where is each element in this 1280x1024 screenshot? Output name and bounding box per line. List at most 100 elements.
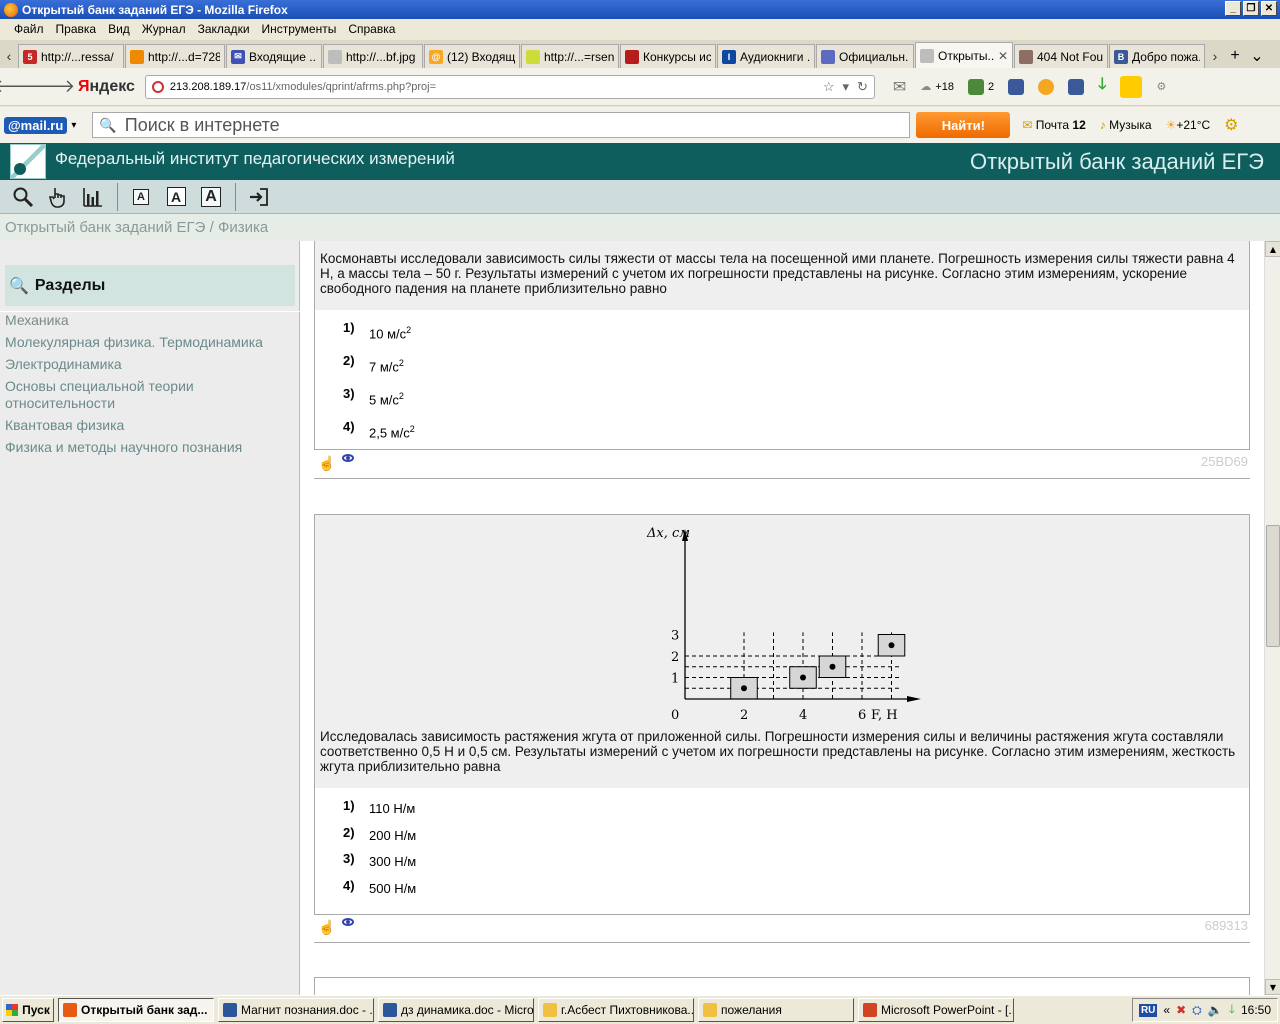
font-medium-button[interactable]: A [161, 183, 191, 211]
mailru-logo[interactable]: @mail.ru [4, 116, 68, 134]
mailru-agent-icon[interactable] [1038, 78, 1055, 95]
taskbar-item-3[interactable]: г.Асбест Пихтовникова... [538, 998, 694, 1022]
reload-icon[interactable]: ↻ [857, 79, 868, 95]
taskbar-item-4[interactable]: пожелания [698, 998, 854, 1022]
menu-tools[interactable]: Инструменты [256, 22, 343, 36]
scroll-thumb[interactable] [1266, 525, 1280, 647]
menu-view[interactable]: Вид [102, 22, 136, 36]
url-bar[interactable]: 213.208.189.17 /os11/xmodules/qprint/afr… [144, 74, 875, 99]
scroll-down-icon[interactable]: ▼ [1265, 979, 1280, 995]
taskbar-item-label: г.Асбест Пихтовникова... [561, 1003, 694, 1017]
eye-icon[interactable] [342, 454, 354, 462]
x-tick-label: 4 [799, 708, 807, 723]
notifications-widget[interactable]: 2 [968, 78, 994, 95]
taskbar-item-0[interactable]: Открытый банк зад... [58, 998, 214, 1022]
answer-option[interactable]: 3) 5 м/с2 [343, 386, 1249, 419]
tab-7[interactable]: I Аудиокниги ... [717, 44, 815, 68]
scroll-up-icon[interactable]: ▲ [1265, 241, 1280, 257]
answer-option[interactable]: 1) 110 Н/м [343, 798, 1249, 825]
answer-option[interactable]: 4) 2,5 м/с2 [343, 419, 1249, 452]
mail-envelope-icon[interactable]: ✉ [893, 77, 906, 97]
tab-2[interactable]: ✉ Входящие ... [226, 44, 322, 68]
answer-number: 3) [343, 386, 355, 401]
menu-file[interactable]: Файл [8, 22, 50, 36]
taskbar-item-5[interactable]: Microsoft PowerPoint - [... [858, 998, 1014, 1022]
mailru-dropdown-icon[interactable]: ▾ [71, 120, 76, 131]
taskbar-item-2[interactable]: дз динамика.doc - Micro... [378, 998, 534, 1022]
tab-close-icon[interactable]: ✕ [998, 49, 1008, 63]
language-indicator[interactable]: RU [1138, 1003, 1158, 1017]
answer-option[interactable]: 1) 10 м/с2 [343, 320, 1249, 353]
menu-help[interactable]: Справка [342, 22, 401, 36]
search-tool-button[interactable] [8, 183, 38, 211]
tab-scroll-left-icon[interactable]: ‹ [0, 44, 18, 68]
tab-0[interactable]: 5 http://...ressa/ [18, 44, 124, 68]
menu-edit[interactable]: Правка [50, 22, 103, 36]
tab-10[interactable]: 404 Not Found [1014, 44, 1108, 68]
tab-5[interactable]: http://...=rsend [521, 44, 619, 68]
breadcrumb[interactable]: Открытый банк заданий ЕГЭ / Физика [0, 214, 1280, 241]
menu-history[interactable]: Журнал [136, 22, 192, 36]
sidebar-item-relativity[interactable]: Основы специальной теории относительност… [5, 378, 295, 412]
eye-icon[interactable] [342, 918, 354, 926]
sidebar-item-electrodynamics[interactable]: Электродинамика [5, 356, 295, 373]
vk-addon-icon[interactable] [1120, 75, 1143, 98]
tab-scroll-right-icon[interactable]: › [1206, 44, 1224, 68]
tab-1[interactable]: http://...d=728 [125, 44, 225, 68]
tray-expand-icon[interactable]: « [1163, 1003, 1170, 1017]
weather-widget[interactable]: ☁ +18 [920, 80, 954, 94]
vkontakte-icon[interactable] [1008, 78, 1025, 95]
site-identity-icon[interactable] [151, 80, 164, 93]
weather-link[interactable]: ☀+21°C [1166, 118, 1211, 132]
answer-option[interactable]: 3) 300 Н/м [343, 851, 1249, 878]
tab-6[interactable]: Конкурсы ис... [620, 44, 716, 68]
mail-link[interactable]: ✉ Почта 12 [1022, 118, 1085, 132]
menu-bookmarks[interactable]: Закладки [192, 22, 256, 36]
music-link[interactable]: ♪ Музыка [1100, 118, 1152, 132]
restore-button[interactable]: ❐ [1243, 1, 1259, 16]
find-button[interactable]: Найти! [916, 112, 1011, 138]
stats-tool-button[interactable] [78, 183, 108, 211]
settings-gear-icon[interactable]: ⚙ [1224, 115, 1238, 135]
taskbar-item-1[interactable]: Магнит познания.doc - ... [218, 998, 374, 1022]
close-button[interactable]: ✕ [1261, 1, 1277, 16]
page-scrollbar[interactable]: ▲ ▼ [1264, 241, 1280, 995]
facebook-icon[interactable] [1068, 78, 1085, 95]
firefox-icon [4, 2, 18, 17]
volume-icon[interactable]: 🔈 [1208, 1003, 1223, 1017]
dropdown-icon[interactable]: ▾ [842, 79, 849, 95]
bookmark-star-icon[interactable]: ☆ [823, 79, 835, 95]
search-input[interactable]: 🔍 Поиск в интернете [92, 112, 911, 138]
question-text: Космонавты исследовали зависимость силы … [315, 241, 1249, 310]
logout-button[interactable] [244, 183, 274, 211]
font-large-button[interactable]: A [196, 183, 226, 211]
answer-option[interactable]: 4) 500 Н/м [343, 878, 1249, 905]
tab-3[interactable]: http://...bf.jpg [323, 44, 423, 68]
tab-9[interactable]: Открыты... ✕ [915, 42, 1013, 68]
addons-icon[interactable]: ⚙ [1156, 80, 1166, 93]
forward-button[interactable]: 🡒 [27, 72, 75, 102]
yandex-logo[interactable]: Яндекс [78, 78, 135, 96]
font-small-button[interactable]: A [126, 183, 156, 211]
select-tool-button[interactable] [43, 183, 73, 211]
minimize-button[interactable]: _ [1225, 1, 1241, 16]
answer-option[interactable]: 2) 200 Н/м [343, 825, 1249, 852]
download-tray-icon[interactable]: 🡓 [1229, 1000, 1235, 1021]
list-all-tabs-icon[interactable]: ⌄ [1246, 44, 1268, 68]
sidebar-item-molecular-physics[interactable]: Молекулярная физика. Термодинамика [5, 334, 295, 351]
hand-pointer-icon[interactable]: ☝ [318, 455, 335, 472]
download-arrow-icon[interactable]: 🡓 [1098, 73, 1106, 100]
hand-pointer-icon[interactable]: ☝ [318, 919, 335, 936]
answer-option[interactable]: 2) 7 м/с2 [343, 353, 1249, 386]
sidebar-item-quantum-physics[interactable]: Квантовая физика [5, 417, 295, 434]
fipi-logo[interactable] [10, 144, 46, 179]
start-button[interactable]: Пуск [2, 998, 54, 1022]
antivirus-icon[interactable]: ✖ [1176, 1003, 1186, 1017]
sidebar-item-scientific-methods[interactable]: Физика и методы научного познания [5, 439, 295, 456]
tab-11[interactable]: B Добро пожа... [1109, 44, 1205, 68]
sidebar-item-mechanics[interactable]: Механика [5, 312, 295, 329]
new-tab-icon[interactable]: + [1224, 44, 1246, 68]
tab-8[interactable]: Официальн... [816, 44, 914, 68]
network-icon[interactable]: ⛭ [1192, 1003, 1202, 1018]
tab-4[interactable]: @ (12) Входящ... [424, 44, 520, 68]
